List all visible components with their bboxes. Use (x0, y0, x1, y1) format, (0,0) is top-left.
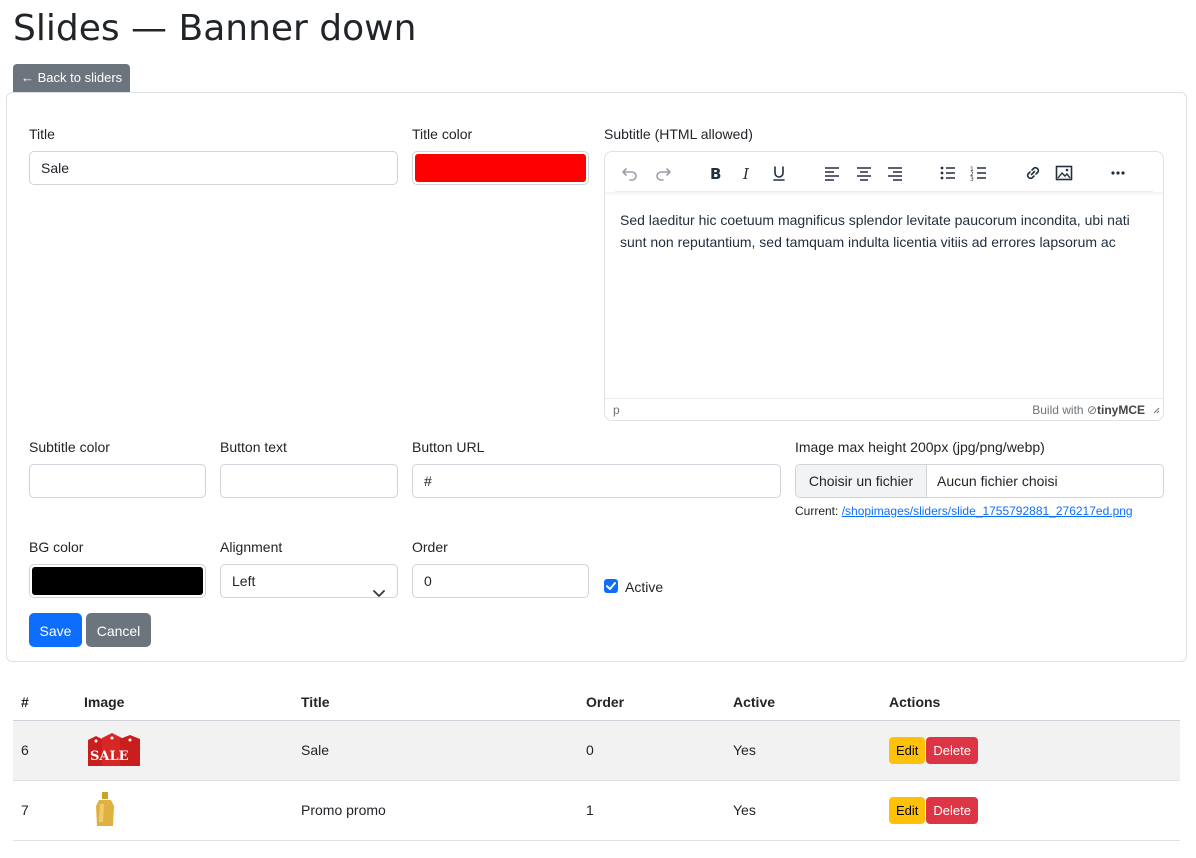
button-url-label: Button URL (412, 439, 485, 455)
edit-button[interactable]: Edit (889, 736, 926, 764)
undo-icon[interactable] (620, 163, 640, 183)
row-actions: Edit Delete (881, 720, 1180, 781)
table-row: 7 Promo promo 1 Yes Edit Delete (13, 780, 1180, 841)
underline-icon[interactable] (769, 163, 789, 183)
image-icon[interactable] (1054, 163, 1074, 183)
bg-color-label: BG color (29, 539, 84, 555)
align-right-icon[interactable] (885, 163, 905, 183)
col-image-header: Image (76, 684, 293, 721)
redo-icon[interactable] (653, 163, 673, 183)
more-icon[interactable] (1108, 163, 1128, 183)
choose-file-button[interactable]: Choisir un fichier (796, 465, 927, 497)
row-title: Promo promo (293, 780, 578, 841)
link-icon[interactable] (1023, 163, 1043, 183)
italic-icon[interactable]: I (737, 163, 757, 183)
editor-statusbar: p Build with ⊘tinyMCE (605, 398, 1163, 420)
sale-tags-image: SALE (88, 733, 140, 766)
col-active-header: Active (725, 684, 881, 721)
title-color-picker[interactable] (412, 151, 589, 185)
title-color-label: Title color (412, 126, 473, 142)
file-status: Aucun fichier choisi (937, 473, 1058, 489)
editor-toolbar: B I 123 (605, 152, 1163, 192)
title-color-fill (415, 154, 586, 182)
cancel-button[interactable]: Cancel (86, 613, 151, 647)
edit-button[interactable]: Edit (889, 796, 926, 824)
image-file-input[interactable]: Choisir un fichier Aucun fichier choisi (795, 464, 1164, 498)
slides-table: # Image Title Order Active Actions 6 SAL… (13, 684, 1180, 841)
row-image: SALE (76, 720, 293, 781)
col-actions-header: Actions (881, 684, 1180, 721)
active-label[interactable]: Active (625, 578, 663, 596)
current-image: Current: /shopimages/sliders/slide_17557… (795, 504, 1133, 518)
align-left-icon[interactable] (822, 163, 842, 183)
title-input[interactable]: Sale (29, 151, 398, 185)
row-id: 6 (13, 720, 76, 781)
page-title: Slides — Banner down (13, 8, 417, 49)
row-image (76, 780, 293, 841)
align-center-icon[interactable] (854, 163, 874, 183)
subtitle-color-input[interactable] (29, 464, 206, 498)
svg-text:I: I (742, 165, 750, 183)
resize-handle-icon[interactable] (1152, 403, 1160, 417)
button-url-input[interactable]: # (412, 464, 781, 498)
active-checkbox[interactable] (604, 579, 618, 593)
editor-content[interactable]: Sed laeditur hic coetuum magnificus sple… (620, 209, 1155, 253)
button-text-label: Button text (220, 439, 287, 455)
col-order-header: Order (578, 684, 725, 721)
col-id-header: # (13, 684, 76, 721)
check-icon (606, 582, 616, 590)
branding-prefix: Build with (1032, 403, 1084, 417)
svg-text:3: 3 (970, 176, 974, 183)
col-title-header: Title (293, 684, 578, 721)
branding-name: tinyMCE (1097, 403, 1145, 417)
perfume-bottle-image (96, 792, 114, 826)
subtitle-label: Subtitle (HTML allowed) (604, 126, 753, 142)
bullet-list-icon[interactable] (938, 163, 958, 183)
svg-text:B: B (710, 165, 721, 183)
bold-icon[interactable]: B (706, 163, 726, 183)
element-path[interactable]: p (613, 403, 620, 417)
toolbar-divider (615, 191, 1153, 192)
svg-text:SALE: SALE (90, 749, 129, 764)
subtitle-color-label: Subtitle color (29, 439, 110, 455)
image-label: Image max height 200px (jpg/png/webp) (795, 439, 1045, 455)
alignment-select[interactable]: Left (220, 564, 398, 598)
current-image-link[interactable]: /shopimages/sliders/slide_1755792881_276… (842, 504, 1133, 518)
delete-button[interactable]: Delete (926, 796, 978, 824)
table-header-row: # Image Title Order Active Actions (13, 684, 1180, 721)
table-row: 6 SALE Sale 0 Yes Edit Delete (13, 720, 1180, 781)
tinymce-branding[interactable]: Build with ⊘tinyMCE (1032, 403, 1145, 417)
row-order: 0 (578, 720, 725, 781)
subtitle-editor[interactable]: B I 123 Sed laeditur hic coetuum magnifi… (604, 151, 1164, 421)
order-label: Order (412, 539, 448, 555)
row-actions: Edit Delete (881, 780, 1180, 841)
button-text-input[interactable] (220, 464, 398, 498)
numbered-list-icon[interactable]: 123 (969, 163, 989, 183)
alignment-label: Alignment (220, 539, 283, 555)
row-id: 7 (13, 780, 76, 841)
row-order: 1 (578, 780, 725, 841)
chevron-down-icon (373, 577, 385, 609)
bg-color-picker[interactable] (29, 564, 206, 598)
title-label: Title (29, 126, 55, 142)
delete-button[interactable]: Delete (926, 736, 978, 764)
alignment-value: Left (232, 573, 256, 589)
row-active: Yes (725, 720, 881, 781)
order-input[interactable]: 0 (412, 564, 589, 598)
row-title: Sale (293, 720, 578, 781)
current-label: Current: (795, 504, 839, 518)
bg-color-fill (32, 567, 203, 595)
row-active: Yes (725, 780, 881, 841)
tinymce-logo-icon: ⊘ (1086, 403, 1097, 417)
back-to-sliders-button[interactable]: ← Back to sliders (13, 64, 131, 92)
save-button[interactable]: Save (29, 613, 82, 647)
